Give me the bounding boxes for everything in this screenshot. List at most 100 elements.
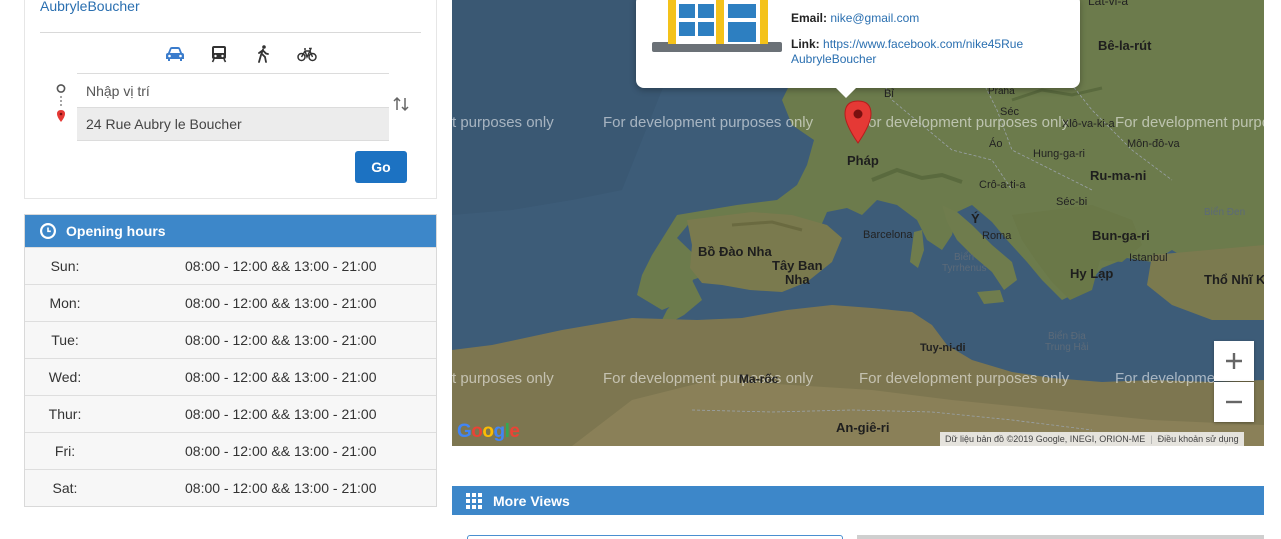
zoom-in-button[interactable] [1214, 341, 1254, 381]
map-label: Môn-đô-va [1127, 138, 1180, 150]
more-views-header: More Views [452, 486, 1264, 515]
more-views-title: More Views [493, 492, 570, 509]
destination-pin-icon [57, 110, 65, 122]
divider [40, 32, 421, 33]
hours-row: Thur: 08:00 - 12:00 && 13:00 - 21:00 [25, 395, 436, 432]
map-label: Séc [1000, 106, 1019, 118]
map-label: Séc-bi [1056, 196, 1088, 208]
hours-day: Wed: [48, 369, 82, 385]
map-label: Biển Đen [1204, 207, 1246, 218]
more-view-thumbnail[interactable] [467, 535, 843, 539]
map-label: Xlô-va-ki-a [1062, 118, 1115, 130]
destination-input[interactable] [77, 107, 389, 141]
hours-day: Sat: [52, 480, 78, 496]
map-label: Hung-ga-ri [1033, 148, 1085, 160]
hours-time: 08:00 - 12:00 && 13:00 - 21:00 [185, 406, 377, 422]
hours-day: Thur: [48, 406, 82, 422]
hours-row: Tue: 08:00 - 12:00 && 13:00 - 21:00 [25, 321, 436, 358]
map-label: Ru-ma-ni [1090, 168, 1147, 183]
dev-watermark: t purposes only [452, 370, 554, 387]
hours-time: 08:00 - 12:00 && 13:00 - 21:00 [185, 258, 377, 274]
map-label: Pháp [847, 153, 879, 168]
info-window-tail [836, 88, 856, 98]
swap-direction-icon[interactable] [392, 95, 410, 113]
email-link[interactable]: nike@gmail.com [830, 11, 919, 25]
map-label: Biển Địa [1048, 331, 1086, 342]
map-label: Ý [971, 211, 980, 226]
travel-mode-transit[interactable] [197, 42, 241, 66]
terms-link[interactable]: Điều khoản sử dụng [1158, 434, 1239, 444]
opening-hours-panel: Opening hours Sun: 08:00 - 12:00 && 13:0… [24, 214, 437, 507]
origin-marker-icon [56, 84, 66, 93]
map-info-window: Email: nike@gmail.com Link: https://www.… [636, 0, 1080, 88]
hours-row: Fri: 08:00 - 12:00 && 13:00 - 21:00 [25, 432, 436, 469]
map-attribution: Dữ liệu bản đồ ©2019 Google, INEGI, ORIO… [940, 432, 1244, 446]
minus-icon [1226, 400, 1242, 404]
opening-hours-header: Opening hours [25, 215, 436, 247]
dev-watermark: t purposes only [452, 114, 554, 131]
map-label: Roma [982, 230, 1012, 242]
travel-mode-walking[interactable] [241, 42, 285, 66]
travel-mode-cycling[interactable] [285, 42, 329, 66]
map-label: Crô-a-ti-a [979, 179, 1026, 191]
destination-field-wrap [77, 107, 389, 141]
map-label: Bê-la-rút [1098, 38, 1152, 53]
place-name-link[interactable]: AubryleBoucher [40, 0, 140, 14]
map-label: Tyrrhenus [942, 263, 987, 274]
link-label: Link: [791, 37, 820, 51]
hours-day: Mon: [49, 295, 81, 311]
walk-icon [258, 45, 269, 63]
zoom-out-button[interactable] [1214, 382, 1254, 422]
dev-watermark: For development purposes only [603, 114, 814, 131]
map-label: Áo [989, 138, 1003, 150]
route-markers [55, 84, 67, 131]
map-label: Istanbul [1129, 252, 1168, 264]
bus-icon [211, 46, 227, 63]
origin-input[interactable] [77, 73, 389, 107]
clock-icon [40, 223, 56, 239]
plus-icon [1226, 353, 1242, 369]
dev-watermark: For development purposes only [603, 370, 814, 387]
hours-day: Sun: [50, 258, 80, 274]
hours-time: 08:00 - 12:00 && 13:00 - 21:00 [185, 369, 377, 385]
map-label: Lát-vi-a [1088, 0, 1129, 8]
map-canvas[interactable]: t purposes only For development purposes… [452, 0, 1264, 446]
hours-time: 08:00 - 12:00 && 13:00 - 21:00 [185, 480, 377, 496]
map-label: Bun-ga-ri [1092, 228, 1150, 243]
hours-row: Mon: 08:00 - 12:00 && 13:00 - 21:00 [25, 284, 436, 321]
map-label: An-giê-ri [836, 420, 890, 435]
hours-row: Sun: 08:00 - 12:00 && 13:00 - 21:00 [25, 247, 436, 284]
attribution-text: Dữ liệu bản đồ ©2019 Google, INEGI, ORIO… [945, 434, 1146, 444]
building-icon [652, 0, 782, 52]
facebook-link-cont[interactable]: AubryleBoucher [791, 52, 876, 66]
car-icon [166, 47, 184, 61]
info-link: Link: https://www.facebook.com/nike45Rue… [791, 37, 1023, 67]
map-label: Ma-rốc [739, 372, 779, 386]
dev-watermark: For developme [1115, 370, 1216, 387]
map-label: Trung Hải [1045, 342, 1089, 353]
map-label: Biển [954, 252, 975, 263]
grid-icon [466, 492, 482, 509]
hours-day: Tue: [51, 332, 79, 348]
dev-watermark: For development purposes only [859, 114, 1070, 131]
google-logo[interactable]: Google [457, 421, 520, 443]
directions-panel: AubryleBoucher Nhập vị trí 24 Rue Aubry … [24, 0, 437, 199]
hours-row: Wed: 08:00 - 12:00 && 13:00 - 21:00 [25, 358, 436, 395]
map-label: Tuy-ni-di [920, 342, 966, 354]
hours-row: Sat: 08:00 - 12:00 && 13:00 - 21:00 [25, 469, 436, 506]
map-label: Bồ Đào Nha [698, 244, 772, 259]
hours-day: Fri: [54, 443, 76, 459]
map-label: Hy Lạp [1070, 266, 1114, 281]
travel-mode-driving[interactable] [153, 42, 197, 66]
dev-watermark: For development purposes only [859, 370, 1070, 387]
hours-time: 08:00 - 12:00 && 13:00 - 21:00 [185, 295, 377, 311]
map-label: Tây Ban [772, 258, 823, 273]
go-button[interactable]: Go [355, 151, 407, 183]
map-label: Nha [785, 272, 810, 287]
map-pin-icon[interactable] [844, 100, 872, 144]
opening-hours-title: Opening hours [66, 223, 166, 239]
map-label: Barcelona [863, 229, 913, 241]
map-label: Bỉ [884, 88, 894, 100]
facebook-link[interactable]: https://www.facebook.com/nike45Rue [823, 37, 1023, 51]
more-view-thumbnail[interactable] [857, 535, 1264, 539]
